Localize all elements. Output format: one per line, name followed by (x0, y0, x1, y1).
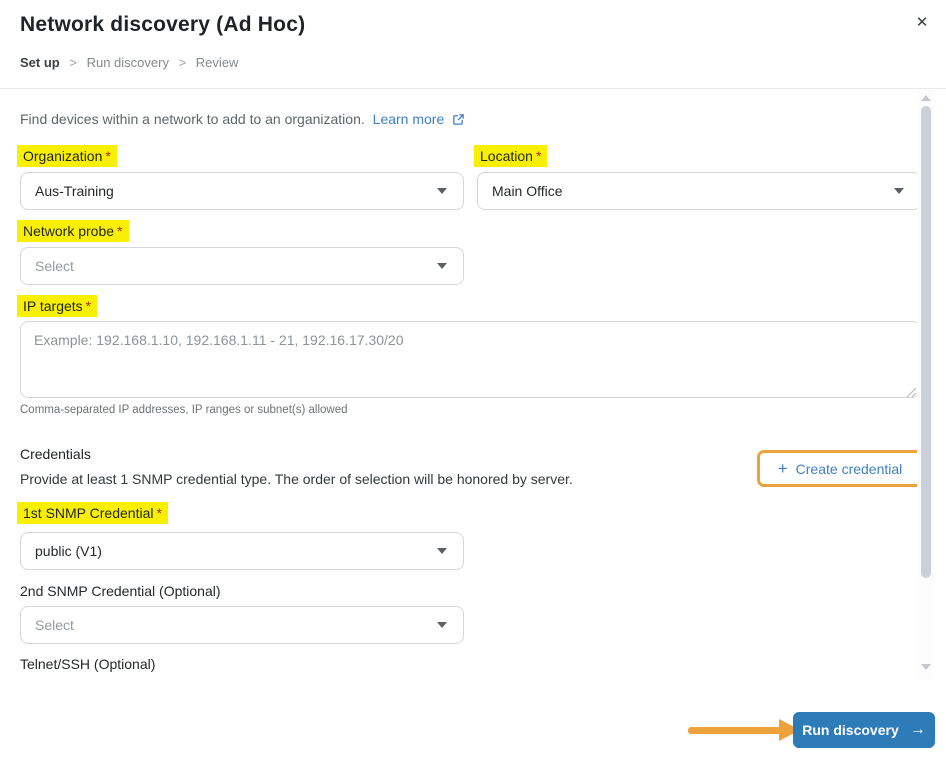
network-probe-placeholder: Select (35, 258, 74, 274)
credentials-description: Provide at least 1 SNMP credential type.… (20, 471, 573, 487)
chevron-down-icon (894, 188, 904, 194)
required-asterisk: * (536, 148, 541, 164)
close-icon[interactable]: ✕ (910, 10, 934, 34)
required-asterisk: * (86, 298, 91, 314)
learn-more-link[interactable]: Learn more (373, 111, 445, 127)
telnet-ssh-label: Telnet/SSH (Optional) (20, 656, 155, 672)
ip-targets-input[interactable] (20, 321, 920, 398)
plus-icon: + (778, 460, 788, 477)
location-select[interactable]: Main Office (477, 172, 921, 210)
breadcrumb-separator: > (69, 55, 77, 70)
create-credential-button[interactable]: + Create credential (757, 450, 923, 487)
textarea-resize-handle[interactable] (905, 386, 917, 398)
network-probe-label: Network probe* (17, 220, 129, 242)
chevron-down-icon (437, 548, 447, 554)
annotation-arrow-line (688, 727, 782, 734)
organization-label: Organization* (17, 145, 117, 167)
intro-sentence: Find devices within a network to add to … (20, 111, 365, 127)
location-value: Main Office (492, 183, 563, 199)
scrollbar-thumb[interactable] (921, 106, 931, 578)
breadcrumb-step-review[interactable]: Review (196, 55, 239, 70)
breadcrumb: Set up > Run discovery > Review (20, 55, 238, 70)
network-discovery-dialog: Network discovery (Ad Hoc) Set up > Run … (0, 0, 946, 758)
external-link-icon (452, 113, 465, 126)
network-probe-select[interactable]: Select (20, 247, 464, 285)
required-asterisk: * (105, 148, 110, 164)
scroll-down-icon[interactable] (921, 664, 931, 670)
run-discovery-label: Run discovery (802, 722, 898, 738)
location-label: Location* (474, 145, 547, 167)
required-asterisk: * (156, 505, 161, 521)
organization-value: Aus-Training (35, 183, 114, 199)
chevron-down-icon (437, 622, 447, 628)
header-divider (0, 88, 946, 89)
chevron-down-icon (437, 263, 447, 269)
required-asterisk: * (117, 223, 122, 239)
breadcrumb-step-set-up[interactable]: Set up (20, 55, 60, 70)
credentials-heading: Credentials (20, 446, 91, 462)
snmp1-value: public (V1) (35, 543, 102, 559)
page-title: Network discovery (Ad Hoc) (20, 13, 305, 37)
breadcrumb-step-run-discovery[interactable]: Run discovery (87, 55, 169, 70)
create-credential-label: Create credential (796, 461, 903, 477)
snmp2-label: 2nd SNMP Credential (Optional) (20, 583, 221, 599)
ip-targets-label: IP targets* (17, 295, 97, 317)
intro-text: Find devices within a network to add to … (20, 111, 465, 127)
run-discovery-button[interactable]: Run discovery → (793, 712, 935, 748)
scroll-up-icon[interactable] (921, 95, 931, 101)
snmp2-select[interactable]: Select (20, 606, 464, 644)
snmp1-select[interactable]: public (V1) (20, 532, 464, 570)
snmp2-placeholder: Select (35, 617, 74, 633)
breadcrumb-separator: > (179, 55, 187, 70)
arrow-right-icon: → (910, 721, 926, 739)
snmp1-label: 1st SNMP Credential* (17, 502, 168, 524)
chevron-down-icon (437, 188, 447, 194)
ip-targets-helper-text: Comma-separated IP addresses, IP ranges … (20, 404, 348, 416)
organization-select[interactable]: Aus-Training (20, 172, 464, 210)
